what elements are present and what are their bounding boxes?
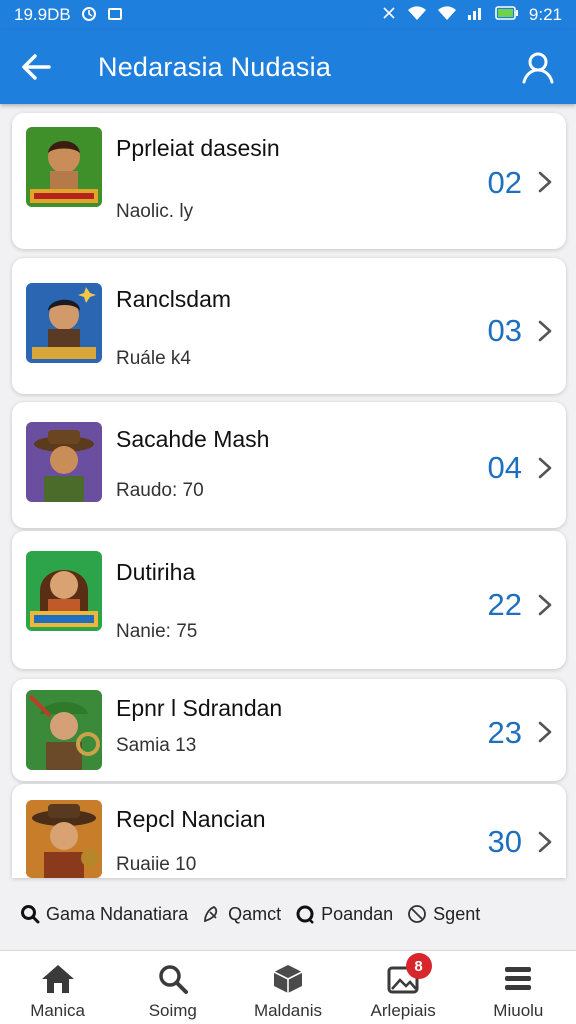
item-title: Pprleiat dasesin (116, 135, 280, 161)
list-item[interactable]: Pprleiat dasesin Naolic. ly 02 (12, 113, 566, 249)
filter-tag[interactable]: Qamct (202, 904, 281, 925)
filter-tag[interactable]: Gama Ndanatiara (20, 904, 188, 925)
item-subtitle: Samia 13 (116, 735, 197, 756)
nav-item-label: Soimg (148, 1001, 197, 1020)
nav-item-gallery[interactable]: 8 Arlepiais (346, 951, 461, 1024)
app-bar: Nedarasia Nudasia (0, 30, 576, 104)
filter-tag-label: Gama Ndanatiara (46, 903, 189, 924)
item-subtitle: Raudo: 70 (116, 480, 204, 501)
chevron-right-icon (538, 457, 552, 479)
page-title: Nedarasia Nudasia (98, 51, 332, 82)
list-item[interactable]: Repcl Nancian Ruaiie 10 30 (12, 784, 566, 878)
item-subtitle: Ruaiie 10 (116, 854, 197, 875)
no-icon (408, 905, 427, 923)
game-thumbnail (26, 283, 102, 363)
nav-item-label: Manica (30, 1001, 85, 1020)
user-icon (522, 52, 554, 84)
item-subtitle: Ruále k4 (116, 348, 191, 369)
signal-icon (467, 5, 485, 26)
chevron-right-icon (538, 831, 552, 853)
list-item[interactable]: Sacahde Mash Raudo: 70 04 (12, 402, 566, 528)
item-count: 30 (487, 824, 522, 859)
item-title: Repcl Nancian (116, 806, 266, 832)
chevron-right-icon (538, 320, 552, 342)
item-subtitle: Nanie: 75 (116, 621, 198, 642)
nav-item-home[interactable]: Manica (0, 951, 115, 1024)
nav-item-cube[interactable]: Maldanis (230, 951, 345, 1024)
item-count: 03 (487, 313, 522, 348)
filter-tag[interactable]: Sgent (407, 904, 480, 925)
item-title: Ranclsdam (116, 286, 232, 312)
game-thumbnail (26, 127, 102, 207)
nav-item-label: Arlepiais (370, 1001, 436, 1020)
quick-filter-row: Gama Ndanatiara Qamct Poandan Sgent (0, 898, 576, 930)
item-title: Epnr l Sdrandan (116, 695, 283, 721)
menu-icon (505, 967, 532, 990)
item-count: 22 (487, 587, 522, 622)
chevron-right-icon (538, 594, 552, 616)
arrow-left-icon (22, 54, 51, 80)
game-thumbnail (26, 800, 102, 878)
notification-badge: 8 (405, 953, 432, 979)
status-bar: 19.9DB 9:21 (0, 0, 576, 30)
item-count: 04 (487, 450, 522, 485)
wifi-icon (407, 5, 427, 26)
list-item[interactable]: Ranclsdam Ruále k4 03 (12, 258, 566, 394)
item-count: 23 (487, 715, 522, 750)
search-icon (159, 965, 188, 994)
item-count: 02 (487, 165, 522, 200)
status-time-right: 9:21 (528, 5, 562, 24)
filter-tag-label: Sgent (433, 903, 481, 924)
game-thumbnail (26, 551, 102, 631)
nav-item-menu[interactable]: Miuolu (461, 951, 576, 1024)
item-title: Sacahde Mash (116, 426, 270, 452)
cube-icon (273, 965, 303, 993)
battery-icon (495, 5, 519, 26)
chevron-right-icon (538, 171, 552, 193)
nav-item-label: Maldanis (253, 1001, 322, 1020)
game-thumbnail (26, 422, 102, 502)
list-item[interactable]: Epnr l Sdrandan Samia 13 23 (12, 679, 566, 781)
bottom-navigation: Manica Soimg Maldanis 8 Arlepiais Miuolu (0, 950, 576, 1024)
chat-icon (296, 905, 314, 924)
game-thumbnail (26, 690, 102, 770)
item-title: Dutiriha (116, 559, 196, 585)
item-subtitle: Naolic. ly (116, 201, 194, 222)
wifi-icon-2 (437, 5, 457, 26)
nav-item-search[interactable]: Soimg (115, 951, 230, 1024)
back-button[interactable] (4, 30, 68, 104)
profile-button[interactable] (508, 30, 568, 104)
list-item[interactable]: Dutiriha Nanie: 75 22 (12, 531, 566, 669)
notification-icon (107, 6, 123, 25)
tag-icon (204, 905, 218, 923)
home-icon (41, 965, 74, 993)
chevron-right-icon (538, 721, 552, 743)
filter-tag-label: Qamct (228, 903, 282, 924)
filter-tag[interactable]: Poandan (295, 904, 393, 925)
status-time-left: 19.9DB (14, 5, 71, 24)
nav-item-label: Miuolu (493, 1001, 544, 1020)
search-icon (21, 905, 40, 924)
alarm-icon (81, 6, 97, 25)
signal-off-icon (381, 5, 397, 26)
filter-tag-label: Poandan (321, 903, 394, 924)
